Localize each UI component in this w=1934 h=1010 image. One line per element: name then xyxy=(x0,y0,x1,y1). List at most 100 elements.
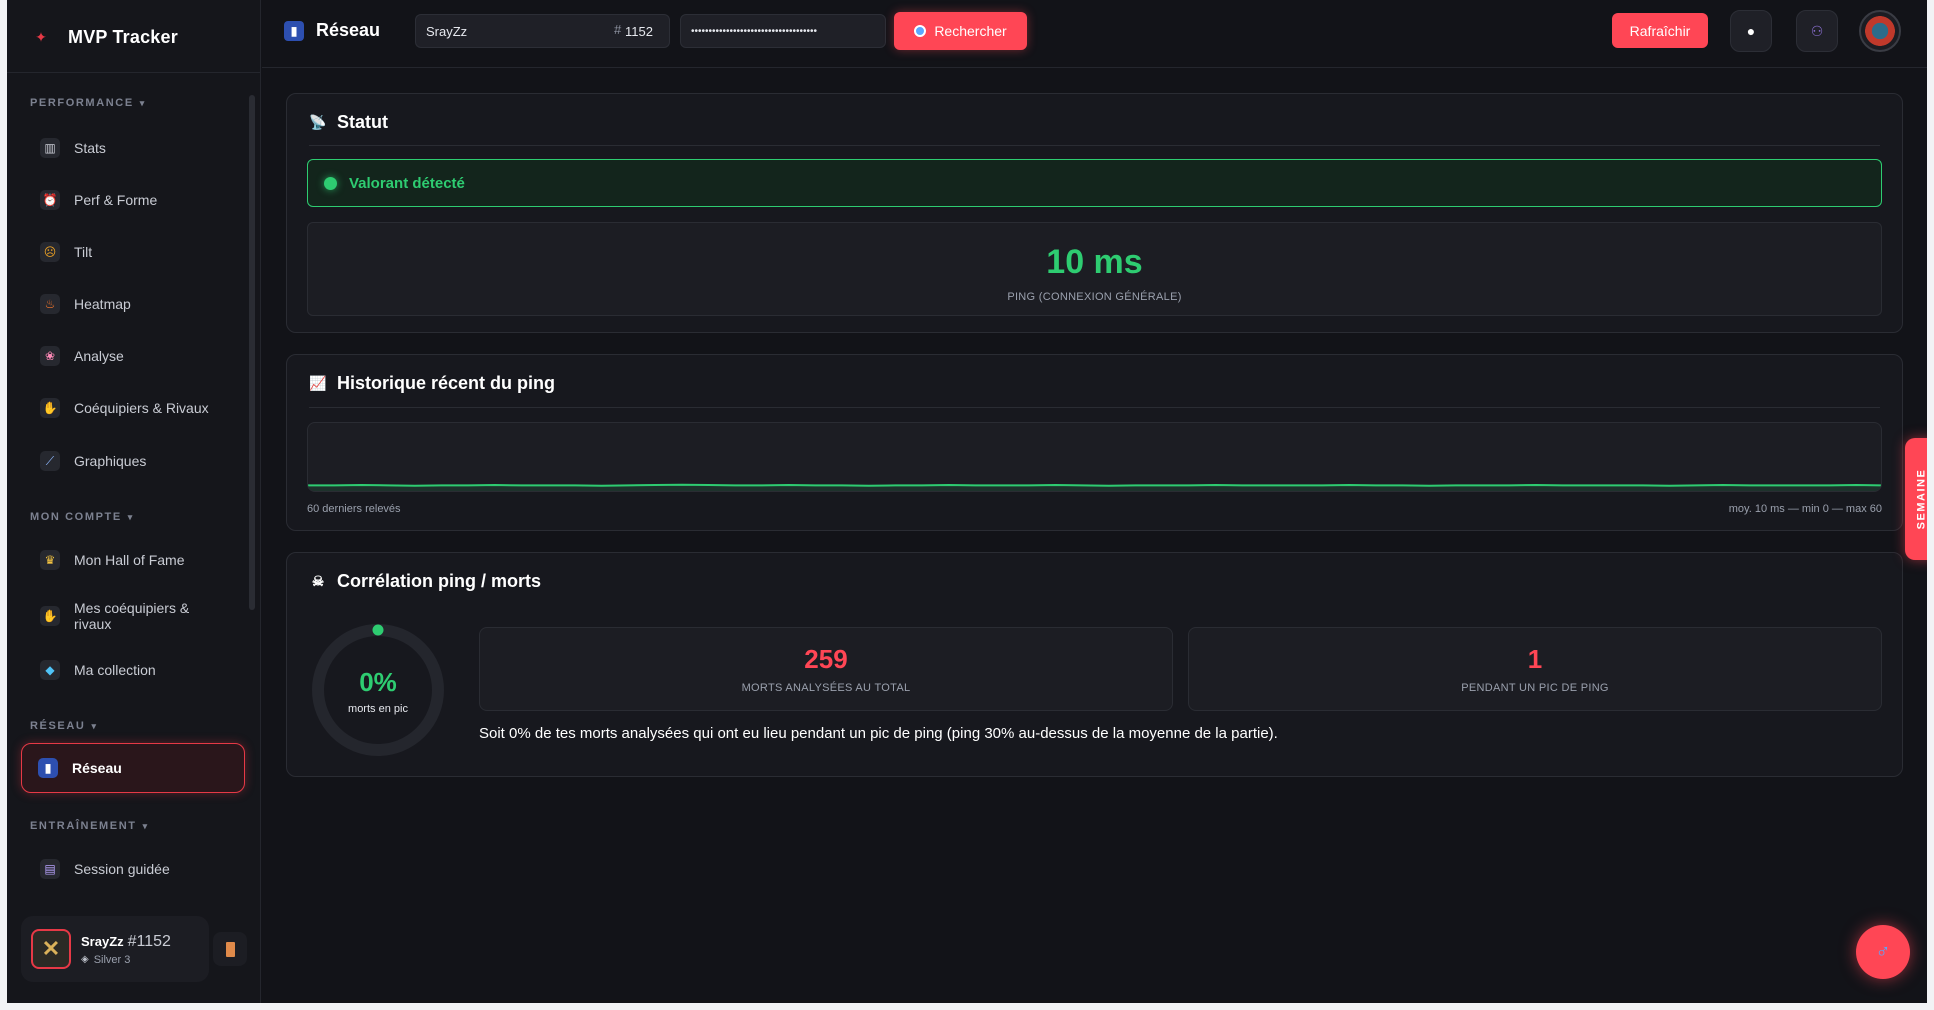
trophy-icon: ♛ xyxy=(40,550,60,570)
api-key-input[interactable] xyxy=(680,14,886,48)
page-title: ▮ Réseau xyxy=(284,20,380,41)
ping-sparkline-svg xyxy=(308,483,1881,491)
sparkline-footer-right: moy. 10 ms — min 0 — max 60 xyxy=(1728,503,1882,515)
caret-icon: ▾ xyxy=(91,720,98,731)
brain-icon: ❀ xyxy=(40,346,60,366)
death-peak-ring: 0% morts en pic xyxy=(309,621,447,759)
sidebar-item-label: Perf & Forme xyxy=(74,192,158,208)
sidebar-item-graphiques[interactable]: ⟋ Graphiques xyxy=(27,439,241,483)
card-title-text: Corrélation ping / morts xyxy=(337,571,542,591)
section-label: ENTRAÎNEMENT xyxy=(30,820,137,832)
sidebar-scrollbar[interactable] xyxy=(249,95,255,610)
alarm-clock-icon: ⏰ xyxy=(40,190,60,210)
sidebar-item-analyse[interactable]: ❀ Analyse xyxy=(27,334,241,378)
friends-button[interactable]: ⚇ xyxy=(1796,10,1838,52)
sidebar-item-reseau[interactable]: ▮ Réseau xyxy=(21,743,245,793)
handshake-icon: ✋ xyxy=(40,606,60,626)
sidebar-item-label: Analyse xyxy=(74,348,124,364)
sidebar-item-label: Réseau xyxy=(72,760,122,776)
section-label: MON COMPTE xyxy=(30,511,122,523)
sidebar-item-tilt[interactable]: ☹ Tilt xyxy=(27,230,241,274)
section-label: RÉSEAU xyxy=(30,720,86,732)
sidebar-item-collection[interactable]: ◆ Ma collection xyxy=(27,648,241,692)
door-icon xyxy=(225,941,235,957)
sidebar-item-heatmap[interactable]: ♨ Heatmap xyxy=(27,282,241,326)
game-detected-text: Valorant détecté xyxy=(349,174,465,192)
hash-label: # xyxy=(614,22,622,37)
profile-card[interactable]: ✕ SrayZz #1152 ◈ Silver 3 xyxy=(21,916,209,982)
chat-bubble-icon: ● xyxy=(1746,23,1756,39)
brand[interactable]: ✦ MVP Tracker xyxy=(30,22,178,52)
sidebar-item-label: Coéquipiers & Rivaux xyxy=(74,400,209,416)
gender-male-icon: ♂ xyxy=(1875,940,1891,963)
sidebar-item-label: Tilt xyxy=(74,244,93,260)
chat-button[interactable]: ● xyxy=(1730,10,1772,52)
sparkline-footer-left: 60 derniers relevés xyxy=(307,503,401,515)
app-window: ✦ MVP Tracker PERFORMANCE ▾ ▥ Stats ⏰ Per… xyxy=(7,0,1927,1003)
deaths-peak-label: PENDANT UN PIC DE PING xyxy=(1461,682,1609,694)
logout-button[interactable] xyxy=(213,932,247,966)
profile-rank: Silver 3 xyxy=(93,953,131,966)
ping-label: PING (CONNEXION GÉNÉRALE) xyxy=(1007,291,1182,303)
sidebar-item-label: Heatmap xyxy=(74,296,131,312)
deaths-peak-stat: 1 PENDANT UN PIC DE PING xyxy=(1188,627,1882,711)
section-label: PERFORMANCE xyxy=(30,97,134,109)
sidebar-item-perf-forme[interactable]: ⏰ Perf & Forme xyxy=(27,178,241,222)
correlation-summary: Soit 0% de tes morts analysées qui ont e… xyxy=(479,725,1278,742)
sidebar-item-mes-coequipiers[interactable]: ✋ Mes coéquipiers & rivaux xyxy=(27,592,241,640)
sidebar-item-hall-of-fame[interactable]: ♛ Mon Hall of Fame xyxy=(27,538,241,582)
card-title-text: Statut xyxy=(337,112,388,132)
sidebar-item-stats[interactable]: ▥ Stats xyxy=(27,126,241,170)
profile-name: SrayZz xyxy=(81,933,124,949)
search-button[interactable]: Rechercher xyxy=(894,12,1027,50)
user-avatar[interactable] xyxy=(1859,10,1901,52)
status-dot-icon xyxy=(324,176,337,190)
ping-sparkline-line xyxy=(308,483,1881,487)
week-side-tab-label: SEMAINE xyxy=(1915,468,1927,530)
signal-bars-icon: ▮ xyxy=(284,20,304,41)
deaths-total-value: 259 xyxy=(804,644,848,674)
deaths-total-label: MORTS ANALYSÉES AU TOTAL xyxy=(741,682,911,694)
divider xyxy=(309,145,1880,146)
angry-face-icon: ☹ xyxy=(40,242,60,262)
ping-panel: 10 ms PING (CONNEXION GÉNÉRALE) xyxy=(307,222,1882,316)
page-title-text: Réseau xyxy=(316,20,381,40)
bar-chart-icon: ▥ xyxy=(40,138,60,158)
sidebar-item-label: Graphiques xyxy=(74,453,147,469)
ping-history-card: 📈 Historique récent du ping 60 derniers … xyxy=(286,354,1903,531)
line-chart-icon: 📈 xyxy=(309,375,327,391)
sidebar-item-session-guidee[interactable]: ▤ Session guidée xyxy=(27,847,241,891)
floating-action-button[interactable]: ♂ xyxy=(1856,925,1910,979)
clapper-icon: ▤ xyxy=(40,859,60,879)
section-reseau: RÉSEAU ▾ xyxy=(30,720,98,732)
sidebar-item-label: Mon Hall of Fame xyxy=(74,552,185,568)
game-detected-banner: Valorant détecté xyxy=(307,159,1882,207)
caret-icon: ▾ xyxy=(139,97,146,108)
week-side-tab[interactable]: SEMAINE xyxy=(1905,438,1927,560)
refresh-button[interactable]: Rafraîchir xyxy=(1612,13,1708,48)
topbar: ▮ Réseau # Rechercher Rafraîchir ● ⚇ xyxy=(262,0,1927,68)
satellite-icon: 📡 xyxy=(309,114,327,130)
deaths-peak-value: 1 xyxy=(1527,644,1543,674)
caret-icon: ▾ xyxy=(127,511,134,522)
ping-value: 10 ms xyxy=(1046,243,1143,281)
sidebar-item-label: Session guidée xyxy=(74,861,170,877)
signal-bars-icon: ▮ xyxy=(38,758,58,778)
rank-icon: ◈ xyxy=(81,954,89,965)
sidebar-item-coequipiers-rivaux[interactable]: ✋ Coéquipiers & Rivaux xyxy=(27,386,241,430)
ring-label: morts en pic xyxy=(348,703,408,715)
card-title-text: Historique récent du ping xyxy=(337,373,556,393)
sidebar-item-label: Ma collection xyxy=(74,662,156,678)
section-mon-compte: MON COMPTE ▾ xyxy=(30,511,134,523)
riot-name-input[interactable] xyxy=(415,14,595,48)
correlation-card: ☠ Corrélation ping / morts 0% morts en p… xyxy=(286,552,1903,777)
diamond-icon: ◆ xyxy=(40,660,60,680)
riot-tag-input[interactable] xyxy=(595,14,670,48)
status-card: 📡 Statut Valorant détecté 10 ms PING (CO… xyxy=(286,93,1903,333)
divider xyxy=(7,72,261,73)
sidebar-item-label: Stats xyxy=(74,140,106,156)
caret-icon: ▾ xyxy=(142,820,149,831)
fire-icon: ♨ xyxy=(40,294,60,314)
ping-sparkline xyxy=(307,422,1882,492)
skull-icon: ☠ xyxy=(311,573,325,589)
